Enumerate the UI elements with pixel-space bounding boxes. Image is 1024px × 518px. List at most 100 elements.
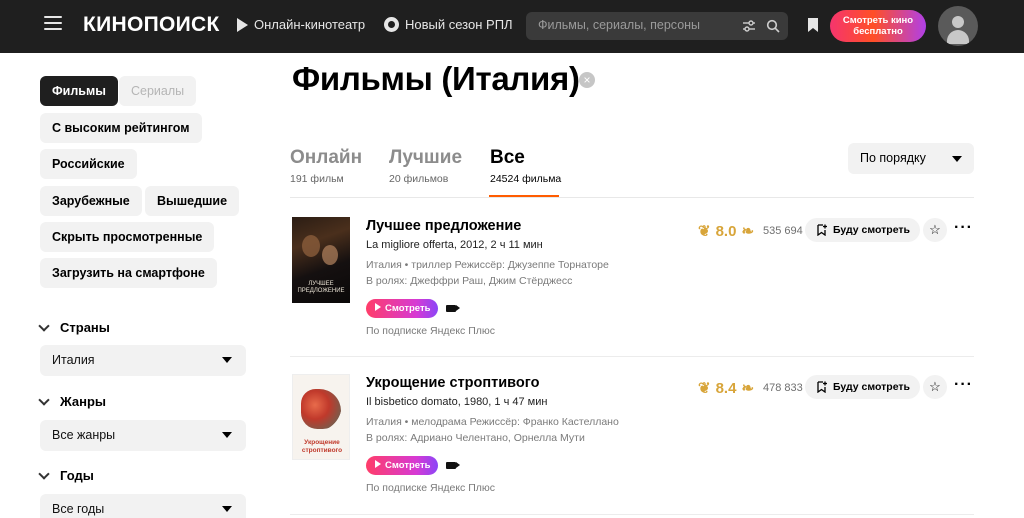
football-icon (384, 17, 399, 32)
film-original-title: La migliore offerta, 2012, 2 ч 11 мин (366, 239, 543, 251)
filter-years-title: Годы (60, 468, 94, 483)
tab-best-label: Лучшие (389, 147, 463, 168)
play-icon (375, 303, 381, 311)
tab-best-count: 20 фильмов (389, 173, 449, 185)
tab-online-label: Онлайн (290, 147, 363, 168)
nav-online-cinema[interactable]: Онлайн-кинотеатр (237, 17, 365, 32)
chip-series[interactable]: Сериалы (119, 76, 197, 106)
caret-down-icon (222, 357, 232, 363)
caret-down-icon (952, 156, 962, 162)
film-poster[interactable]: ЛУЧШЕЕ ПРЕДЛОЖЕНИЕ (292, 217, 350, 303)
more-options-icon[interactable]: ··· (954, 219, 973, 237)
star-icon[interactable]: ☆ (923, 218, 947, 242)
user-avatar[interactable] (938, 6, 978, 46)
film-rating: ❦ 8.0 ❧ 535 694 (698, 222, 803, 241)
filter-genres-title: Жанры (60, 394, 107, 409)
bookmark-plus-icon (817, 381, 827, 393)
film-cast: В ролях: Джеффри Раш, Джим Стёрджесс (366, 275, 573, 287)
filter-countries-toggle[interactable]: Страны (38, 319, 110, 335)
tabs-divider (290, 197, 974, 198)
tab-all-label: Все (490, 147, 525, 168)
list-divider (290, 356, 974, 357)
want-to-watch-button[interactable]: Буду смотреть (805, 218, 920, 242)
nav-rpl-season[interactable]: Новый сезон РПЛ (384, 17, 513, 32)
filter-sliders-icon[interactable] (742, 19, 756, 33)
watch-button-label: Смотреть (385, 303, 431, 314)
chip-released[interactable]: Вышедшие (145, 186, 240, 216)
genres-select-value: Все жанры (52, 428, 116, 442)
tab-best[interactable]: Лучшие 20 фильмов (389, 147, 462, 185)
watch-button[interactable]: Смотреть (366, 299, 438, 318)
caret-down-icon (222, 506, 232, 512)
chip-foreign[interactable]: Зарубежные (40, 186, 142, 216)
subscription-note: По подписке Яндекс Плюс (366, 325, 496, 337)
genres-select[interactable]: Все жанры (40, 420, 246, 451)
film-rating: ❦ 8.4 ❧ 478 833 (698, 379, 803, 398)
film-meta: Италия • мелодрама Режиссёр: Франко Каст… (366, 416, 619, 428)
film-original-title: Il bisbetico domato, 1980, 1 ч 47 мин (366, 396, 548, 408)
play-icon (237, 17, 248, 32)
poster-title: Укрощение строптивого (301, 439, 343, 454)
rating-value: 8.4 (715, 379, 737, 397)
trailer-camera-icon[interactable] (446, 462, 460, 469)
clear-filter-icon[interactable]: × (579, 72, 595, 88)
sort-select[interactable]: По порядку (848, 143, 974, 174)
tab-online-count: 191 фильм (290, 173, 344, 185)
chevron-down-icon (38, 393, 50, 406)
chip-russian[interactable]: Российские (40, 149, 137, 179)
sort-select-value: По порядку (860, 151, 926, 165)
top-navigation-bar: КИНОПОИСК Онлайн-кинотеатр Новый сезон Р… (0, 0, 1024, 53)
laurel-left-icon: ❦ (698, 223, 711, 240)
want-to-watch-label: Буду смотреть (833, 381, 911, 393)
menu-icon[interactable] (44, 16, 62, 32)
kinopoisk-logo[interactable]: КИНОПОИСК (83, 13, 220, 37)
film-cast: В ролях: Адриано Челентано, Орнелла Мути (366, 432, 585, 444)
search-input[interactable] (538, 18, 733, 32)
watch-free-button[interactable]: Смотреть кино бесплатно (830, 10, 926, 42)
laurel-right-icon: ❧ (741, 223, 755, 240)
list-divider (290, 514, 974, 515)
rating-votes: 535 694 (763, 225, 803, 237)
film-poster[interactable]: Укрощение строптивого (292, 374, 350, 460)
chevron-down-icon (38, 319, 50, 332)
years-select-value: Все годы (52, 502, 105, 516)
tab-online[interactable]: Онлайн 191 фильм (290, 147, 362, 185)
watch-button[interactable]: Смотреть (366, 456, 438, 475)
filter-years-toggle[interactable]: Годы (38, 467, 94, 483)
subscription-note: По подписке Яндекс Плюс (366, 482, 496, 494)
want-to-watch-label: Буду смотреть (833, 224, 911, 236)
nav-online-cinema-label: Онлайн-кинотеатр (254, 17, 366, 32)
bookmark-icon[interactable] (807, 17, 819, 33)
laurel-left-icon: ❦ (698, 380, 711, 397)
want-to-watch-button[interactable]: Буду смотреть (805, 375, 920, 399)
chip-films[interactable]: Фильмы (40, 76, 118, 106)
star-icon[interactable]: ☆ (923, 375, 947, 399)
rating-votes: 478 833 (763, 382, 803, 394)
chip-hide-watched[interactable]: Скрыть просмотренные (40, 222, 215, 252)
chip-download-smartphone[interactable]: Загрузить на смартфоне (40, 258, 217, 288)
film-title[interactable]: Лучшее предложение (366, 218, 521, 234)
trailer-camera-icon[interactable] (446, 305, 460, 312)
caret-down-icon (222, 432, 232, 438)
active-tab-indicator (489, 195, 559, 197)
play-icon (375, 460, 381, 468)
years-select[interactable]: Все годы (40, 494, 246, 518)
more-options-icon[interactable]: ··· (954, 376, 973, 394)
film-meta: Италия • триллер Режиссёр: Джузеппе Торн… (366, 259, 609, 271)
tab-all[interactable]: Все 24524 фильма (490, 147, 561, 185)
countries-select-value: Италия (52, 353, 95, 367)
bookmark-plus-icon (817, 224, 827, 236)
filter-countries-title: Страны (60, 320, 110, 335)
filter-genres-toggle[interactable]: Жанры (38, 393, 107, 409)
nav-rpl-season-label: Новый сезон РПЛ (405, 17, 513, 32)
film-title[interactable]: Укрощение строптивого (366, 375, 539, 391)
chip-high-rating[interactable]: С высоким рейтингом (40, 113, 202, 143)
tab-all-count: 24524 фильма (490, 173, 562, 185)
countries-select[interactable]: Италия (40, 345, 246, 376)
poster-title: ЛУЧШЕЕ ПРЕДЛОЖЕНИЕ (297, 281, 345, 294)
laurel-right-icon: ❧ (741, 380, 755, 397)
search-box (526, 12, 788, 40)
chevron-down-icon (38, 467, 50, 480)
search-icon[interactable] (766, 19, 780, 33)
film-item: ЛУЧШЕЕ ПРЕДЛОЖЕНИЕ Лучшее предложение La… (290, 217, 974, 375)
